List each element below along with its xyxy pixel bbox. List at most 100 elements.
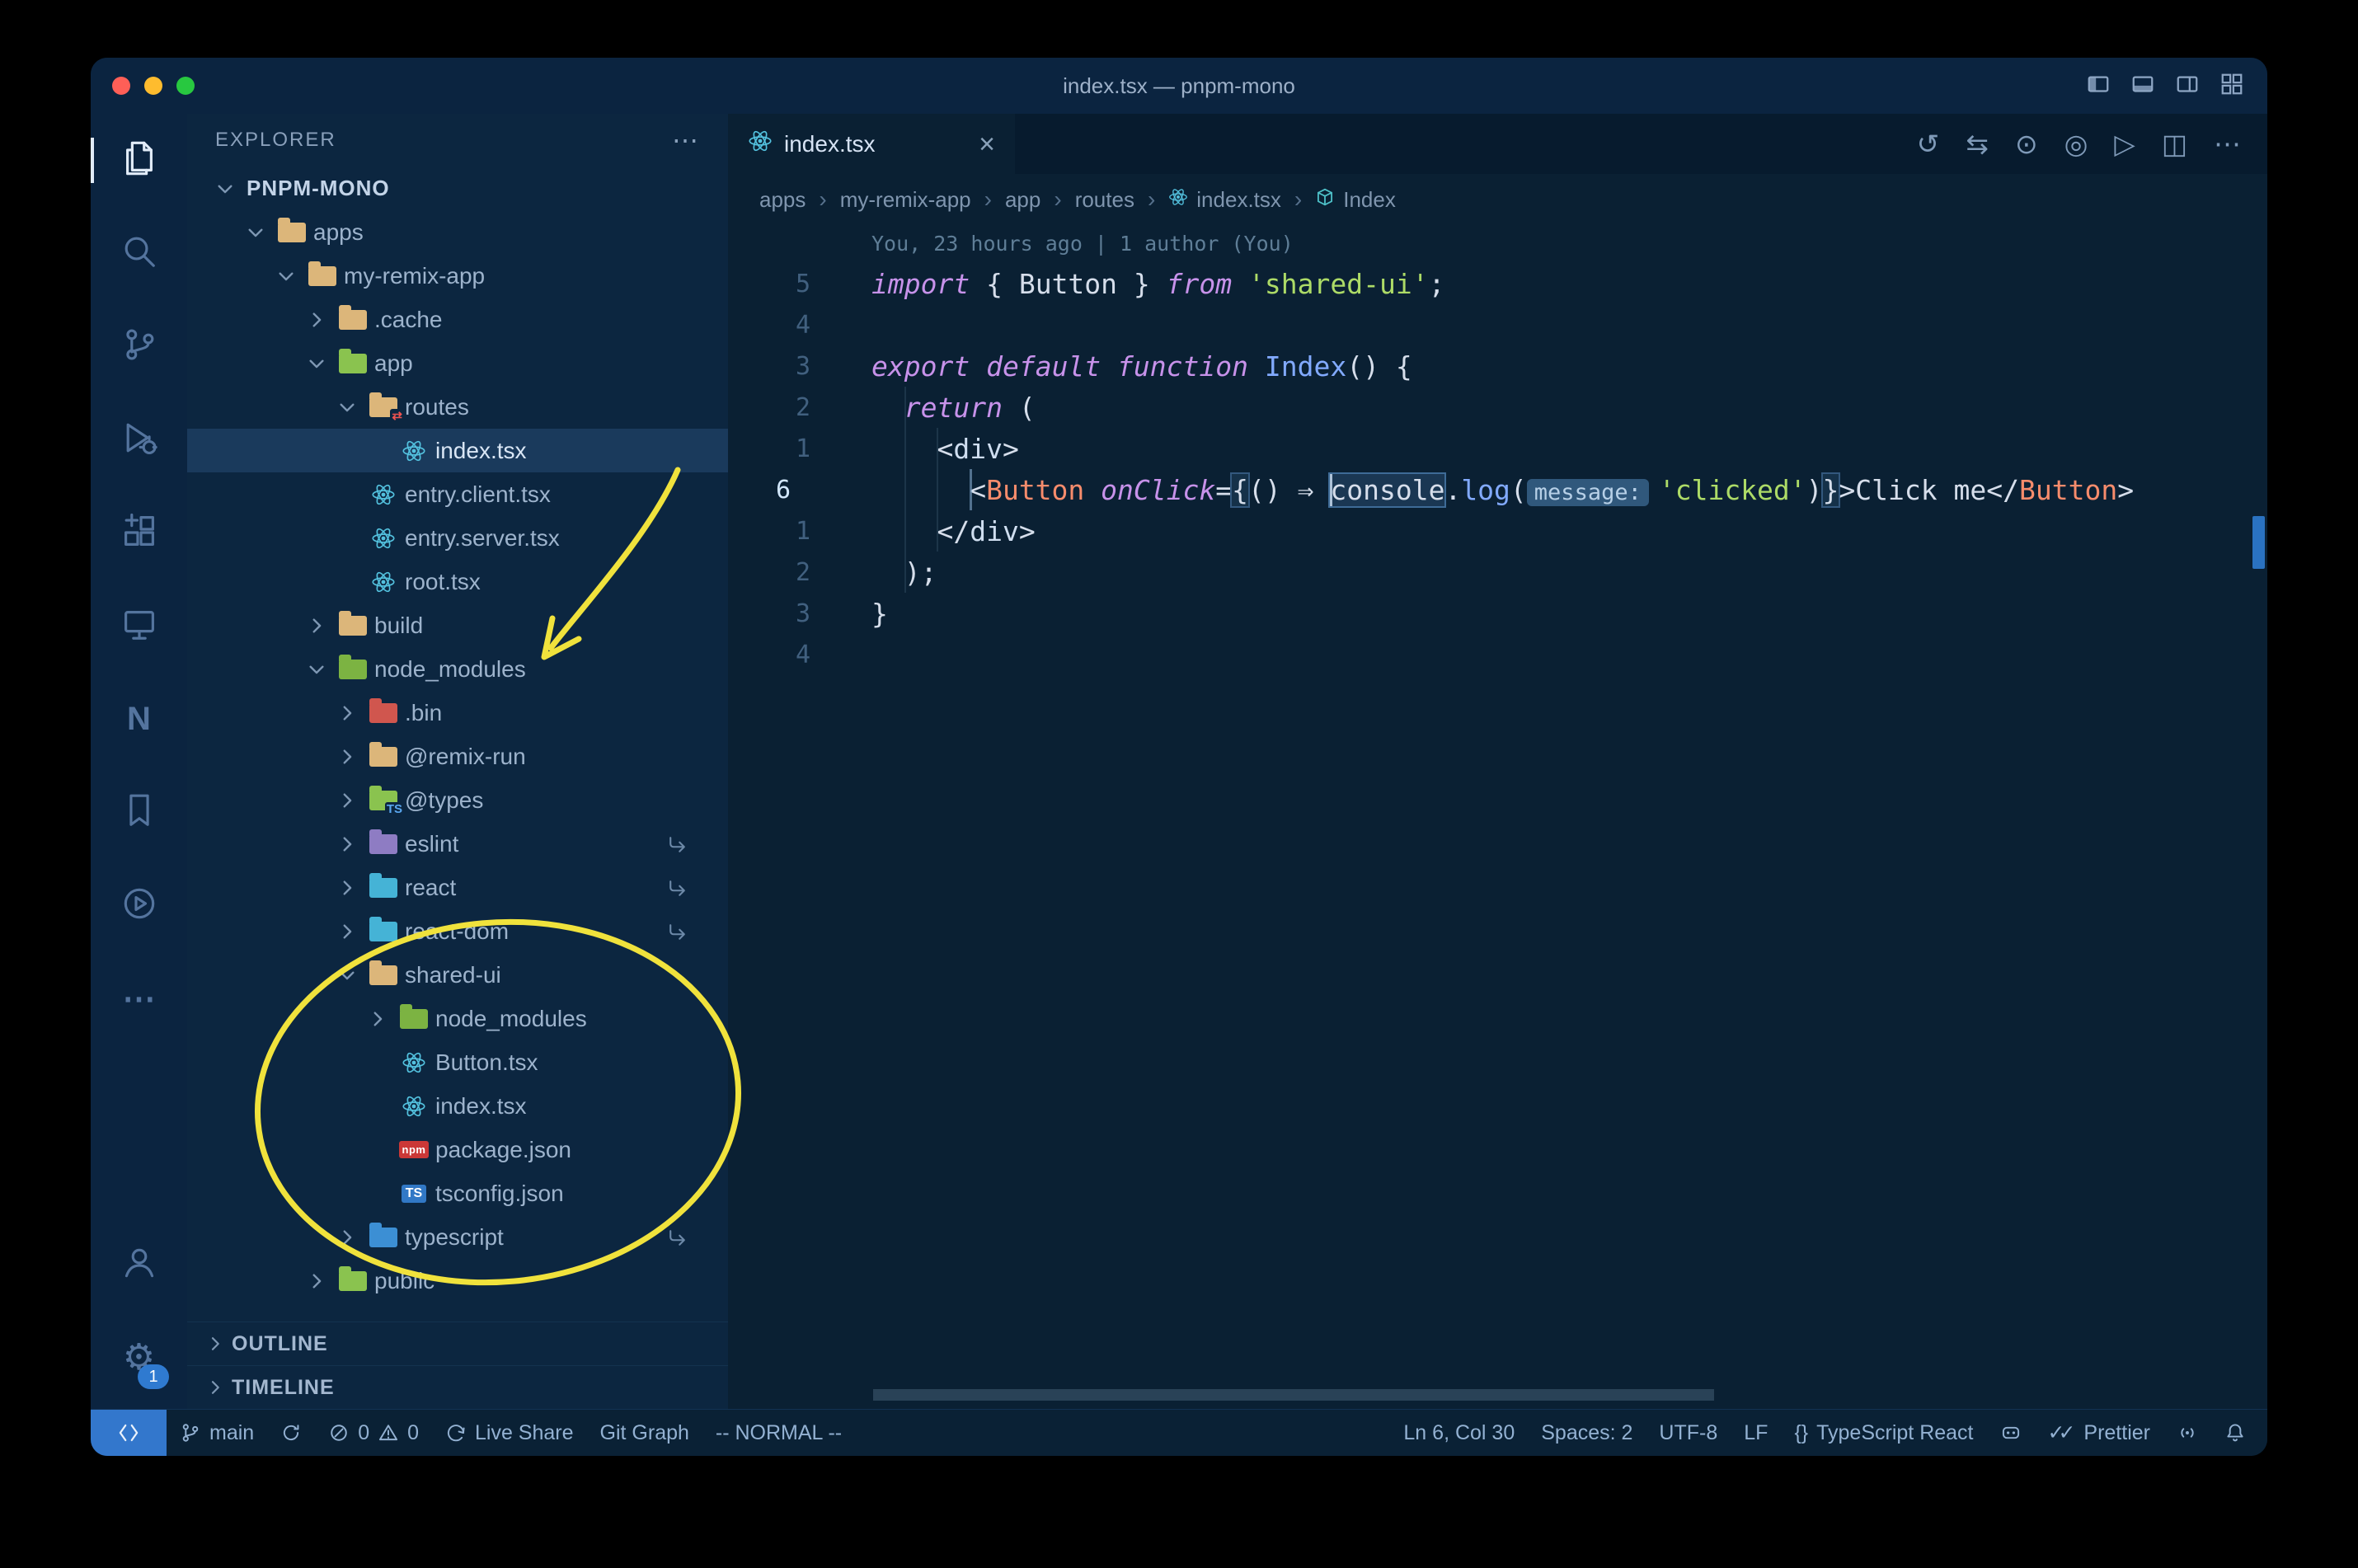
activity-remote-explorer-button[interactable] (91, 580, 187, 673)
status-notifications[interactable] (2211, 1410, 2259, 1456)
status-broadcast[interactable] (2163, 1410, 2211, 1456)
status-indentation[interactable]: Spaces: 2 (1528, 1410, 1646, 1456)
breadcrumb-routes[interactable]: routes (1075, 187, 1134, 213)
more-actions-icon[interactable]: ⋯ (2214, 128, 2241, 160)
code-line[interactable]: 1 <div> (728, 428, 2267, 469)
tree-item-@types[interactable]: TS @types (187, 778, 728, 822)
tree-item-pnpm-mono[interactable]: PNPM-MONO (187, 167, 728, 210)
toggle-panel-icon[interactable] (2130, 72, 2155, 101)
tree-item-apps[interactable]: apps (187, 210, 728, 254)
run-file-icon[interactable]: ▷ (2114, 128, 2135, 160)
tree-item-public[interactable]: public (187, 1259, 728, 1303)
tree-item-package.json[interactable]: npm package.json (187, 1128, 728, 1171)
activity-explorer-button[interactable] (91, 114, 187, 207)
activity-more-views-button[interactable]: ⋯ (91, 952, 187, 1045)
tree-item-app[interactable]: app (187, 341, 728, 385)
breadcrumb-apps[interactable]: apps (759, 187, 806, 213)
customize-layout-icon[interactable] (2219, 72, 2244, 101)
close-tab-icon[interactable]: × (979, 130, 995, 158)
code-editor[interactable]: You, 23 hours ago | 1 author (You) 5 impo… (728, 225, 2267, 1409)
zoom-window-button[interactable] (176, 77, 195, 95)
breadcrumb-index[interactable]: Index (1315, 187, 1396, 213)
split-editor-icon[interactable]: ◫ (2162, 128, 2187, 160)
code-line[interactable]: 5 import { Button } from 'shared-ui'; (728, 263, 2267, 304)
tree-item-@remix-run[interactable]: @remix-run (187, 735, 728, 778)
tree-item-.cache[interactable]: .cache (187, 298, 728, 341)
status-vim-mode[interactable]: -- NORMAL -- (702, 1410, 855, 1456)
status-problems[interactable]: 00 (315, 1410, 432, 1456)
tree-item-typescript[interactable]: typescript (187, 1215, 728, 1259)
tree-item-entry.client.tsx[interactable]: entry.client.tsx (187, 472, 728, 516)
tree-item-root.tsx[interactable]: root.tsx (187, 560, 728, 603)
breadcrumb-index.tsx[interactable]: index.tsx (1168, 187, 1281, 213)
toggle-secondary-sidebar-icon[interactable] (2175, 72, 2200, 101)
activity-live-server-button[interactable] (91, 859, 187, 952)
activity-nx-console-button[interactable]: N (91, 673, 187, 766)
tree-item-node_modules[interactable]: node_modules (187, 997, 728, 1040)
status-remote[interactable] (91, 1410, 167, 1456)
tree-item-tsconfig.json[interactable]: TS tsconfig.json (187, 1171, 728, 1215)
code-line[interactable]: 2 return ( (728, 387, 2267, 428)
status-copilot[interactable] (1987, 1410, 2035, 1456)
activity-extensions-button[interactable] (91, 486, 187, 580)
line-content: <div> (871, 432, 1019, 465)
folder-icon (365, 741, 402, 767)
tree-item-index.tsx[interactable]: index.tsx (187, 429, 728, 472)
status-sync[interactable] (267, 1410, 315, 1456)
code-line[interactable]: 4 (728, 634, 2267, 675)
tree-item-react[interactable]: react (187, 866, 728, 909)
tree-item-react-dom[interactable]: react-dom (187, 909, 728, 953)
go-to-symbol-icon[interactable]: ⊙ (2015, 128, 2038, 160)
close-window-button[interactable] (112, 77, 130, 95)
horizontal-scrollbar[interactable] (873, 1389, 1714, 1401)
section-timeline[interactable]: TIMELINE (187, 1365, 728, 1409)
status-cursor-position[interactable]: Ln 6, Col 30 (1390, 1410, 1528, 1456)
minimize-window-button[interactable] (144, 77, 162, 95)
status-prettier[interactable]: ✓✓ Prettier (2035, 1410, 2164, 1456)
warning-icon (378, 1422, 399, 1444)
activity-manage-button[interactable]: ⚙ 1 (91, 1311, 187, 1404)
section-outline[interactable]: OUTLINE (187, 1322, 728, 1365)
toggle-primary-sidebar-icon[interactable] (2086, 72, 2111, 101)
status-git-graph[interactable]: Git Graph (587, 1410, 702, 1456)
folder-badge: TS (384, 801, 404, 817)
codelens-blame[interactable]: You, 23 hours ago | 1 author (You) (728, 225, 2267, 263)
activity-source-control-button[interactable] (91, 300, 187, 393)
tree-item-node_modules[interactable]: node_modules (187, 647, 728, 691)
tree-item-eslint[interactable]: eslint (187, 822, 728, 866)
open-changes-icon[interactable]: ⇆ (1966, 128, 1989, 160)
breadcrumb-my-remix-app[interactable]: my-remix-app (840, 187, 971, 213)
status-git-branch[interactable]: main (167, 1410, 267, 1456)
status-language[interactable]: {} TypeScript React (1781, 1410, 1986, 1456)
folder-icon: ⇄ (365, 392, 404, 424)
local-history-icon[interactable]: ↺ (1917, 128, 1940, 160)
status-encoding[interactable]: UTF-8 (1646, 1410, 1731, 1456)
tree-item-build[interactable]: build (187, 603, 728, 647)
folder-icon (365, 960, 402, 985)
tree-item-index.tsx[interactable]: index.tsx (187, 1084, 728, 1128)
code-line[interactable]: 6 <Button onClick={() ⇒ console.log(mess… (728, 469, 2267, 510)
status-label: -- NORMAL -- (715, 1420, 843, 1444)
code-line[interactable]: 2 ); (728, 552, 2267, 593)
code-line[interactable]: 3} (728, 593, 2267, 634)
tree-item-entry.server.tsx[interactable]: entry.server.tsx (187, 516, 728, 560)
breadcrumb-app[interactable]: app (1005, 187, 1040, 213)
sidebar-more-actions-icon[interactable]: ⋯ (672, 124, 700, 156)
tree-item-routes[interactable]: ⇄ routes (187, 385, 728, 429)
titlebar[interactable]: index.tsx — pnpm-mono (91, 58, 2267, 114)
tab-index-tsx[interactable]: index.tsx × (728, 114, 1015, 174)
activity-search-button[interactable] (91, 207, 187, 300)
activity-accounts-button[interactable] (91, 1218, 187, 1311)
activity-bookmarks-button[interactable] (91, 766, 187, 859)
activity-run-and-debug-button[interactable] (91, 393, 187, 486)
code-line[interactable]: 3 export default function Index() { (728, 345, 2267, 387)
tree-item-button.tsx[interactable]: Button.tsx (187, 1040, 728, 1084)
code-line[interactable]: 1 </div> (728, 510, 2267, 552)
status-live-share[interactable]: Live Share (432, 1410, 587, 1456)
toggle-preview-icon[interactable]: ◎ (2064, 128, 2088, 160)
code-line[interactable]: 4 (728, 304, 2267, 345)
tree-item-shared-ui[interactable]: shared-ui (187, 953, 728, 997)
tree-item-my-remix-app[interactable]: my-remix-app (187, 254, 728, 298)
tree-item-.bin[interactable]: .bin (187, 691, 728, 735)
status-eol[interactable]: LF (1731, 1410, 1781, 1456)
